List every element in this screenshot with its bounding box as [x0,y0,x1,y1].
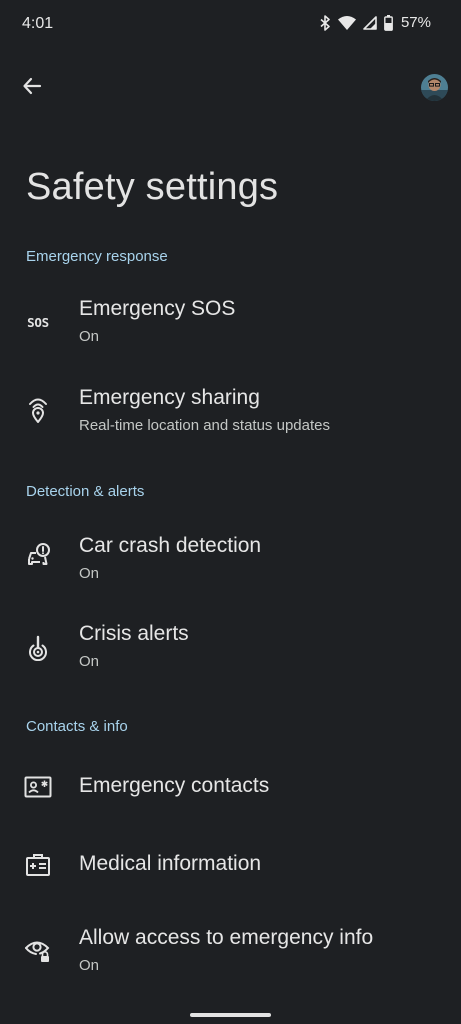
gesture-nav-handle[interactable] [190,1013,271,1017]
list-item-emergency-sos[interactable]: SOS Emergency SOS On [0,282,461,364]
item-subtitle: On [79,565,100,582]
sos-icon: SOS [22,306,54,338]
wifi-icon [337,15,356,30]
list-item-car-crash-detection[interactable]: Car crash detection On [0,518,461,600]
item-title: Emergency sharing [79,386,260,409]
item-subtitle: On [79,653,100,670]
arrow-back-icon [22,76,42,101]
list-item-emergency-sharing[interactable]: Emergency sharing Real-time location and… [0,371,461,453]
status-time: 4:01 [22,15,54,32]
app-bar [0,66,461,110]
crisis-alert-icon [22,632,54,664]
back-button[interactable] [16,72,48,104]
item-title: Emergency SOS [79,297,236,320]
battery-percentage: 57% [400,14,431,31]
item-title: Allow access to emergency info [79,926,374,949]
status-bar: 4:01 57% [0,0,461,50]
section-header-emergency-response: Emergency response [26,248,168,265]
sos-icon-text: SOS [27,314,49,330]
safety-settings-screen: 4:01 57% Safety settings Emergency respo… [0,0,461,1024]
medical-kit-icon [22,849,54,881]
section-header-contacts-info: Contacts & info [26,718,128,735]
cellular-icon [363,15,377,30]
eye-lock-icon [22,934,54,966]
list-item-medical-information[interactable]: Medical information [0,832,461,898]
item-subtitle: On [79,957,100,974]
item-title: Emergency contacts [79,774,270,797]
section-header-detection-alerts: Detection & alerts [26,483,145,500]
list-item-emergency-contacts[interactable]: Emergency contacts [0,754,461,820]
bluetooth-icon [320,14,331,31]
item-subtitle: Real-time location and status updates [79,417,330,434]
page-title: Safety settings [26,166,279,208]
status-icons: 57% [320,14,431,31]
avatar[interactable] [421,74,448,101]
contact-card-icon [22,771,54,803]
item-subtitle: On [79,328,100,345]
list-item-crisis-alerts[interactable]: Crisis alerts On [0,607,461,689]
battery-icon [384,14,393,31]
car-crash-icon [22,539,54,571]
list-item-allow-access-emergency-info[interactable]: Allow access to emergency info On [0,910,461,992]
item-title: Medical information [79,852,262,875]
item-title: Crisis alerts [79,622,189,645]
location-broadcast-icon [22,393,54,425]
item-title: Car crash detection [79,534,262,557]
